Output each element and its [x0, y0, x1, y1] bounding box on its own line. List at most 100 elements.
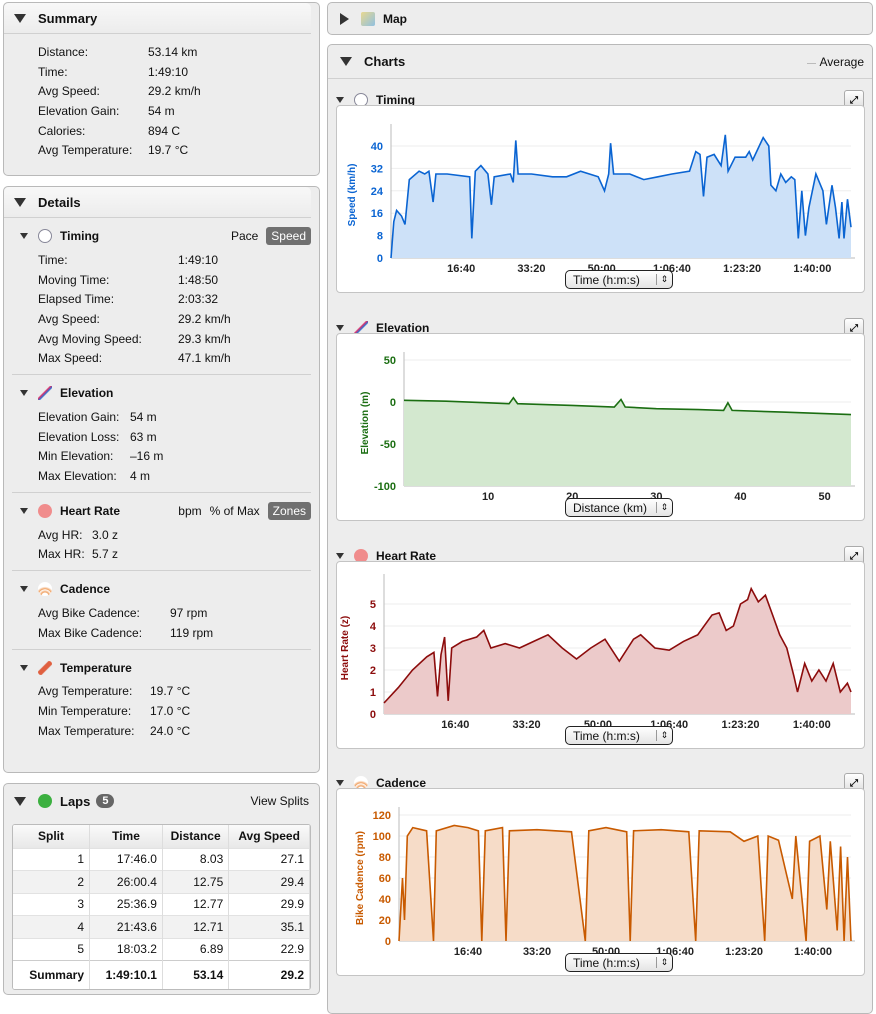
- column-header[interactable]: Avg Speed: [228, 825, 310, 848]
- x-tick-label: 16:40: [454, 946, 482, 958]
- lap-cell: 2: [13, 870, 90, 893]
- detail-row: Calories: 894 C: [4, 121, 319, 141]
- cadence-chart-svg: 02040608010012016:40 33:20 50:00 1:06:40 1:2…: [355, 807, 855, 958]
- lap-row[interactable]: 1 17:46.0 8.03 27.1: [13, 847, 310, 871]
- y-tick-label: 3: [370, 643, 376, 655]
- row-label: Avg Speed:: [38, 84, 100, 99]
- y-tick-label: 0: [385, 936, 391, 948]
- bpm-toggle[interactable]: bpm: [178, 504, 201, 518]
- map-header[interactable]: Map: [328, 3, 872, 34]
- row-label: Avg Temperature:: [38, 684, 133, 699]
- row-value: 19.7 °C: [150, 684, 191, 699]
- collapse-triangle-icon[interactable]: [20, 507, 28, 514]
- detail-row: Distance: 53.14 km: [4, 42, 319, 62]
- x-axis-selector[interactable]: Time (h:m:s) ⇕: [565, 726, 673, 745]
- lap-row[interactable]: 2 26:00.4 12.75 29.4: [13, 870, 310, 893]
- detail-row: Max Temperature: 24.0 °C: [12, 721, 311, 741]
- detail-row: Elapsed Time: 2:03:32: [12, 289, 311, 309]
- row-value: 894 C: [148, 123, 181, 138]
- collapse-triangle-icon[interactable]: [340, 57, 352, 66]
- heart-chart: 0 1 2 3 4 5 16:40 33:20 50:00 1:06:40 1:23:20 1:40:…: [336, 561, 865, 749]
- collapse-triangle-icon[interactable]: [20, 390, 28, 397]
- y-tick-label: 1: [370, 687, 376, 699]
- column-header[interactable]: Distance: [162, 825, 230, 848]
- x-tick-label: 33:20: [517, 263, 545, 275]
- collapse-triangle-icon[interactable]: [20, 664, 28, 671]
- x-tick-label: 1:23:20: [722, 719, 760, 731]
- selector-value: Time (h:m:s): [573, 272, 640, 287]
- y-tick-label: -50: [380, 439, 396, 451]
- x-tick-label: 33:20: [513, 719, 541, 731]
- collapse-triangle-icon[interactable]: [336, 780, 344, 786]
- elevation-chart-svg: -100-5005010 20 30 40 50Elevation (m): [360, 352, 855, 503]
- row-label: Calories:: [38, 123, 86, 138]
- lap-row[interactable]: 3 25:36.9 12.77 29.9: [13, 892, 310, 916]
- collapse-triangle-icon[interactable]: [336, 97, 344, 103]
- detail-row: Time: 1:49:10: [12, 250, 311, 270]
- laps-title: Laps: [60, 793, 91, 809]
- row-value: 5.7 z: [92, 547, 119, 562]
- cadence-icon: [38, 582, 52, 597]
- view-splits-link[interactable]: View Splits: [251, 794, 309, 808]
- row-label: Min Temperature:: [38, 704, 132, 719]
- x-tick-label: 50: [818, 491, 830, 503]
- x-tick-label: 1:40:00: [794, 946, 832, 958]
- selector-value: Distance (km): [573, 500, 648, 515]
- summary-cell: 29.2: [228, 960, 310, 989]
- collapse-triangle-icon[interactable]: [20, 586, 28, 593]
- column-header[interactable]: Time: [89, 825, 163, 848]
- column-header[interactable]: Split: [13, 825, 90, 848]
- x-axis-selector[interactable]: Time (h:m:s) ⇕: [565, 270, 673, 289]
- checkbox-icon[interactable]: [806, 60, 816, 64]
- lap-cell: 12.71: [162, 915, 230, 938]
- elevation-title: Elevation: [60, 386, 114, 401]
- lap-cell: 18:03.2: [89, 937, 163, 961]
- collapse-triangle-icon[interactable]: [336, 325, 344, 331]
- summary-header[interactable]: Summary: [4, 3, 311, 34]
- cadence-chart: 0 20 40 60 80 100 120 16:40 33:20 50:00 1:06:40 1:2…: [336, 788, 865, 976]
- row-label: Elapsed Time:: [38, 292, 115, 307]
- x-axis-selector[interactable]: Time (h:m:s) ⇕: [565, 953, 673, 972]
- x-axis-selector[interactable]: Distance (km) ⇕: [565, 498, 673, 517]
- timing-chart-svg: 081624324016:40 33:20 50:00 1:06:40 1:23:20 1…: [347, 124, 855, 275]
- x-tick-label: 1:40:00: [793, 719, 831, 731]
- pace-toggle[interactable]: Pace: [231, 229, 258, 243]
- details-header[interactable]: Details: [4, 187, 311, 218]
- detail-row: Max Bike Cadence: 119 rpm: [12, 623, 311, 643]
- row-value: 29.2 km/h: [148, 84, 201, 99]
- y-tick-label: 20: [379, 915, 391, 927]
- collapse-triangle-icon[interactable]: [14, 796, 26, 806]
- speed-toggle[interactable]: Speed: [266, 227, 311, 245]
- temperature-title: Temperature: [60, 660, 132, 675]
- average-checkbox[interactable]: Average: [806, 55, 864, 69]
- charts-title: Charts: [364, 54, 406, 69]
- row-value: 29.3 km/h: [178, 331, 231, 346]
- row-label: Max HR:: [38, 547, 85, 562]
- lap-row[interactable]: 5 18:03.2 6.89 22.9: [13, 937, 310, 961]
- collapse-triangle-icon[interactable]: [336, 553, 344, 559]
- lap-cell: 29.9: [228, 892, 310, 916]
- row-label: Distance:: [38, 44, 89, 59]
- y-tick-label: 24: [371, 186, 384, 198]
- collapse-triangle-icon[interactable]: [14, 197, 26, 207]
- zones-toggle[interactable]: Zones: [267, 501, 311, 520]
- summary-panel: Summary Distance: 53.14 km Time: 1:49:10 Avg…: [3, 2, 320, 176]
- y-tick-label: 4: [370, 621, 377, 633]
- row-label: Avg Moving Speed:: [38, 331, 142, 346]
- y-tick-label: 5: [370, 599, 376, 611]
- summary-cell: 1:49:10.1: [89, 960, 163, 989]
- collapse-triangle-icon[interactable]: [20, 233, 28, 239]
- collapse-triangle-icon[interactable]: [14, 13, 26, 23]
- cadence-section: Cadence Avg Bike Cadence: 97 rpm Max Bike …: [12, 570, 311, 648]
- lap-row[interactable]: 4 21:43.6 12.71 35.1: [13, 915, 310, 938]
- cadence-title: Cadence: [60, 582, 111, 597]
- expand-triangle-icon[interactable]: [340, 12, 349, 25]
- summary-cell: 53.14: [162, 960, 230, 989]
- timing-title: Timing: [60, 229, 100, 243]
- lap-cell: 12.77: [162, 892, 230, 916]
- y-tick-label: 50: [384, 355, 396, 367]
- lap-cell: 21:43.6: [89, 915, 163, 938]
- percent-max-toggle[interactable]: % of Max: [210, 504, 260, 518]
- thermometer-icon: [38, 660, 52, 675]
- summary-cell: Summary: [13, 960, 90, 989]
